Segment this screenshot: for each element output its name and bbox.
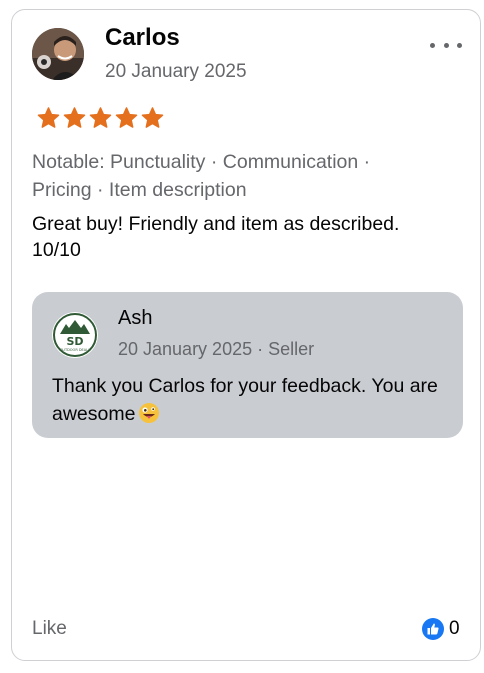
crazy-face-emoji-icon: [139, 403, 160, 423]
avatar[interactable]: [32, 28, 84, 80]
like-button[interactable]: Like: [32, 618, 67, 640]
reviewer-name[interactable]: Carlos: [105, 24, 180, 52]
star-icon: [63, 107, 86, 128]
review-comment: Great buy! Friendly and item as describe…: [32, 213, 400, 261]
star-icon: [141, 107, 164, 128]
more-options-icon[interactable]: [430, 37, 462, 53]
seller-logo[interactable]: SD OUTDOOR DEALS: [52, 312, 98, 358]
reply-text: Thank you Carlos for your feedback. You …: [52, 372, 452, 428]
reply-meta: 20 January 2025 · Seller: [118, 339, 315, 359]
star-rating: [37, 107, 164, 129]
like-count: 0: [449, 618, 460, 639]
star-icon: [115, 107, 138, 128]
star-icon: [37, 107, 60, 128]
thumbs-up-icon: [422, 618, 444, 640]
seller-name[interactable]: Ash: [118, 307, 152, 330]
review-card: Carlos 20 January 2025 Notable: Punctual…: [11, 9, 481, 661]
svg-text:OUTDOOR DEALS: OUTDOOR DEALS: [60, 348, 91, 352]
notable-tags: Notable: Punctuality · Communication · P…: [32, 151, 371, 201]
reaction-count[interactable]: 0: [422, 618, 460, 640]
seller-reply: SD OUTDOOR DEALS Ash 20 January 2025 · S…: [32, 292, 463, 438]
review-date: 20 January 2025: [105, 61, 247, 82]
star-icon: [89, 107, 112, 128]
reply-text-content: Thank you Carlos for your feedback. You …: [52, 375, 438, 425]
svg-text:SD: SD: [66, 335, 83, 348]
